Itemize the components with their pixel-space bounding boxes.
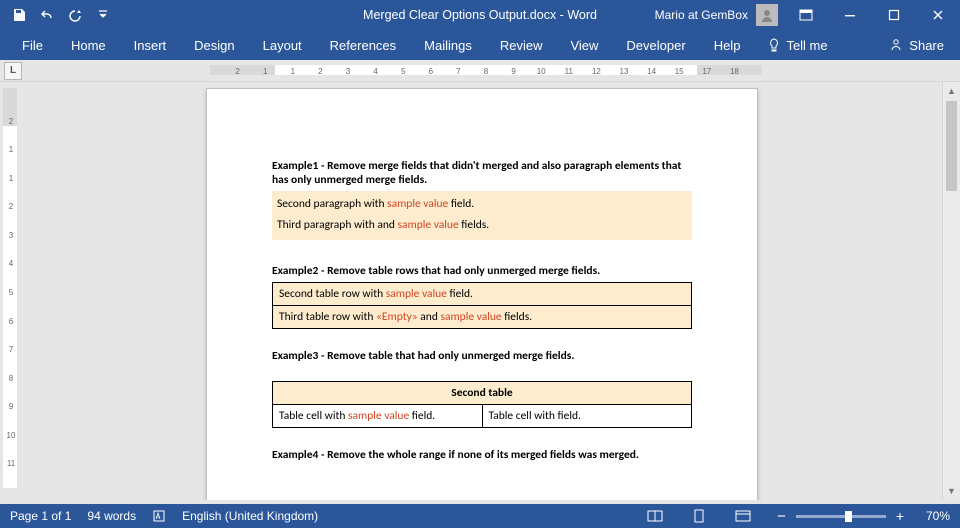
tab-file[interactable]: File bbox=[8, 30, 57, 60]
quick-access-toolbar bbox=[0, 3, 116, 27]
document-area: 211234567891011 Example1 - Remove merge … bbox=[0, 82, 960, 500]
status-bar: Page 1 of 1 94 words English (United Kin… bbox=[0, 504, 960, 528]
merge-field-placeholder: «Empty» bbox=[376, 310, 418, 324]
web-layout-icon bbox=[735, 510, 751, 522]
example3-table: Second table Table cell with sample valu… bbox=[272, 381, 692, 428]
zoom-level[interactable]: 70% bbox=[914, 509, 950, 523]
zoom-in-button[interactable]: + bbox=[892, 508, 908, 524]
tab-review[interactable]: Review bbox=[486, 30, 557, 60]
undo-icon bbox=[40, 8, 54, 22]
app-name: Word bbox=[567, 8, 597, 22]
redo-icon bbox=[68, 8, 82, 22]
print-layout-button[interactable] bbox=[685, 506, 713, 526]
vertical-ruler[interactable]: 211234567891011 bbox=[0, 82, 22, 500]
merged-value: sample value bbox=[440, 310, 501, 324]
signed-in-user[interactable]: Mario at GemBox bbox=[647, 8, 756, 22]
print-layout-icon bbox=[692, 509, 706, 523]
zoom-out-button[interactable]: − bbox=[773, 508, 790, 525]
document-filename: Merged Clear Options Output.docx bbox=[363, 8, 556, 22]
user-icon bbox=[760, 8, 774, 22]
page-count[interactable]: Page 1 of 1 bbox=[10, 509, 71, 523]
tab-help[interactable]: Help bbox=[700, 30, 755, 60]
word-count[interactable]: 94 words bbox=[87, 509, 136, 523]
page-scroll-area[interactable]: Example1 - Remove merge fields that didn… bbox=[22, 82, 942, 500]
ribbon-tabs: File Home Insert Design Layout Reference… bbox=[0, 30, 960, 60]
qat-customize-button[interactable] bbox=[90, 3, 116, 27]
zoom-slider[interactable] bbox=[796, 515, 886, 518]
close-icon bbox=[932, 9, 944, 21]
tell-me[interactable]: Tell me bbox=[754, 30, 841, 60]
tab-view[interactable]: View bbox=[556, 30, 612, 60]
tab-mailings[interactable]: Mailings bbox=[410, 30, 486, 60]
ribbon-options-icon bbox=[799, 9, 813, 21]
share-button[interactable]: Share bbox=[873, 30, 960, 60]
tab-stop-selector[interactable]: L bbox=[4, 62, 22, 80]
tab-layout[interactable]: Layout bbox=[249, 30, 316, 60]
tab-insert[interactable]: Insert bbox=[120, 30, 181, 60]
maximize-button[interactable] bbox=[872, 0, 916, 30]
example1-block: Second paragraph with sample value field… bbox=[272, 191, 692, 240]
merged-value: sample value bbox=[386, 287, 447, 301]
scroll-thumb[interactable] bbox=[946, 101, 957, 191]
tab-references[interactable]: References bbox=[316, 30, 410, 60]
example2-table: Second table row with sample value field… bbox=[272, 282, 692, 329]
maximize-icon bbox=[888, 9, 900, 21]
web-layout-button[interactable] bbox=[729, 506, 757, 526]
example2-heading: Example2 - Remove table rows that had on… bbox=[272, 264, 692, 278]
undo-button[interactable] bbox=[34, 3, 60, 27]
title-right-cluster: Mario at GemBox bbox=[647, 0, 960, 30]
table-row: Third table row with «Empty» and sample … bbox=[273, 305, 692, 328]
example3-heading: Example3 - Remove table that had only un… bbox=[272, 349, 692, 363]
close-button[interactable] bbox=[916, 0, 960, 30]
chevron-down-icon bbox=[98, 10, 108, 20]
table-row: Second table row with sample value field… bbox=[273, 282, 692, 305]
minimize-icon bbox=[844, 9, 856, 21]
zoom-control: − + 70% bbox=[773, 508, 950, 525]
read-mode-icon bbox=[647, 510, 663, 522]
avatar[interactable] bbox=[756, 4, 778, 26]
spell-check-icon[interactable] bbox=[152, 509, 166, 523]
merged-value: sample value bbox=[387, 197, 448, 211]
language-status[interactable]: English (United Kingdom) bbox=[182, 509, 318, 523]
tab-developer[interactable]: Developer bbox=[612, 30, 699, 60]
example1-para3: Third paragraph with and sample value fi… bbox=[277, 215, 687, 236]
ribbon-display-options-button[interactable] bbox=[784, 0, 828, 30]
table-header: Second table bbox=[273, 381, 692, 404]
merged-value: sample value bbox=[348, 409, 409, 423]
example1-para2: Second paragraph with sample value field… bbox=[277, 194, 687, 215]
title-bar: Merged Clear Options Output.docx - Word … bbox=[0, 0, 960, 30]
minimize-button[interactable] bbox=[828, 0, 872, 30]
tab-design[interactable]: Design bbox=[180, 30, 248, 60]
table-row: Second table bbox=[273, 381, 692, 404]
horizontal-ruler[interactable]: L 211234567891011121314151718 bbox=[0, 60, 960, 82]
merged-value: sample value bbox=[398, 218, 459, 232]
example4-heading: Example4 - Remove the whole range if non… bbox=[272, 448, 692, 462]
document-page[interactable]: Example1 - Remove merge fields that didn… bbox=[206, 88, 758, 500]
scroll-up-button[interactable]: ▲ bbox=[943, 82, 960, 100]
scroll-down-button[interactable]: ▼ bbox=[943, 482, 960, 500]
example1-heading: Example1 - Remove merge fields that didn… bbox=[272, 159, 692, 187]
share-icon bbox=[889, 38, 903, 52]
vertical-scrollbar[interactable]: ▲ ▼ bbox=[942, 82, 960, 500]
save-button[interactable] bbox=[6, 3, 32, 27]
tab-home[interactable]: Home bbox=[57, 30, 120, 60]
save-icon bbox=[12, 8, 26, 22]
table-row: Table cell with sample value field. Tabl… bbox=[273, 404, 692, 427]
h-ruler-scale: 211234567891011121314151718 bbox=[210, 63, 762, 77]
redo-button[interactable] bbox=[62, 3, 88, 27]
read-mode-button[interactable] bbox=[641, 506, 669, 526]
lightbulb-icon bbox=[768, 38, 780, 52]
